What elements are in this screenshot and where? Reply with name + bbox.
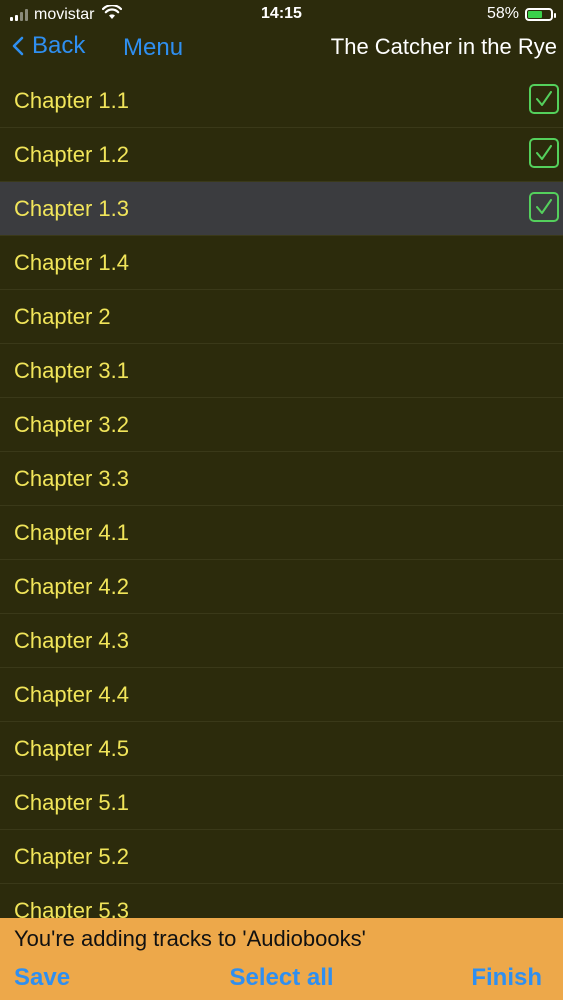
chapter-row[interactable]: Chapter 3.3 [0, 452, 563, 506]
chapter-row[interactable]: Chapter 4.2 [0, 560, 563, 614]
chapter-label: Chapter 4.1 [14, 520, 129, 545]
chapter-row[interactable]: Chapter 4.4 [0, 668, 563, 722]
chapter-row[interactable]: Chapter 4.1 [0, 506, 563, 560]
status-right: 58% [486, 5, 556, 23]
chapter-label: Chapter 5.1 [14, 790, 129, 815]
chapter-row[interactable]: Chapter 2 [0, 290, 563, 344]
chapter-label: Chapter 4.4 [14, 682, 129, 707]
chapter-row[interactable]: Chapter 5.2 [0, 830, 563, 884]
chapter-row[interactable]: Chapter 5.1 [0, 776, 563, 830]
chapter-row[interactable]: Chapter 5.3 [0, 884, 563, 918]
status-bar: movistar 14:15 58% [0, 0, 563, 30]
chapter-label: Chapter 1.4 [14, 250, 129, 275]
chapter-label: Chapter 5.2 [14, 844, 129, 869]
chapter-row[interactable]: Chapter 3.2 [0, 398, 563, 452]
menu-button[interactable]: Menu [123, 34, 183, 62]
chapter-row[interactable]: Chapter 3.1 [0, 344, 563, 398]
chapter-list: Chapter 1.1 Chapter 1.2 Chapter 1.3 Chapter… [0, 74, 563, 918]
finish-button[interactable]: Finish [471, 964, 542, 992]
battery-percent: 58% [486, 5, 519, 22]
chapter-row[interactable]: Chapter 1.4 [0, 236, 563, 290]
chapter-row[interactable]: Chapter 4.3 [0, 614, 563, 668]
chapter-label: Chapter 3.2 [14, 412, 129, 437]
chapter-label: Chapter 3.3 [14, 466, 129, 491]
save-button[interactable]: Save [14, 964, 70, 992]
footer-bar: You're adding tracks to 'Audiobooks' Sel… [0, 918, 563, 1000]
back-label: Back [32, 32, 86, 59]
chapter-label: Chapter 1.1 [14, 88, 129, 113]
checkmark-icon[interactable] [529, 84, 559, 114]
back-button[interactable]: Back [12, 32, 85, 60]
chevron-left-icon [12, 36, 24, 56]
chapter-label: Chapter 1.3 [14, 196, 129, 221]
footer-message: You're adding tracks to 'Audiobooks' [14, 926, 366, 951]
page-title: The Catcher in the Rye [330, 34, 557, 59]
navigation-bar: Back Menu The Catcher in the Rye [0, 28, 563, 72]
chapter-label: Chapter 2 [14, 304, 111, 329]
chapter-label: Chapter 3.1 [14, 358, 129, 383]
chapter-row[interactable]: Chapter 1.2 [0, 128, 563, 182]
chapter-label: Chapter 4.2 [14, 574, 129, 599]
chapter-label: Chapter 4.3 [14, 628, 129, 653]
battery-fill [528, 10, 542, 18]
checkmark-icon[interactable] [529, 138, 559, 168]
chapter-label: Chapter 1.2 [14, 142, 129, 167]
chapter-row[interactable]: Chapter 1.3 [0, 182, 563, 236]
status-time: 14:15 [261, 5, 302, 22]
chapter-label: Chapter 4.5 [14, 736, 129, 761]
chapter-label: Chapter 5.3 [14, 898, 129, 918]
chapter-row[interactable]: Chapter 4.5 [0, 722, 563, 776]
checkmark-icon[interactable] [529, 192, 559, 222]
battery-icon [525, 7, 556, 21]
chapter-row[interactable]: Chapter 1.1 [0, 74, 563, 128]
